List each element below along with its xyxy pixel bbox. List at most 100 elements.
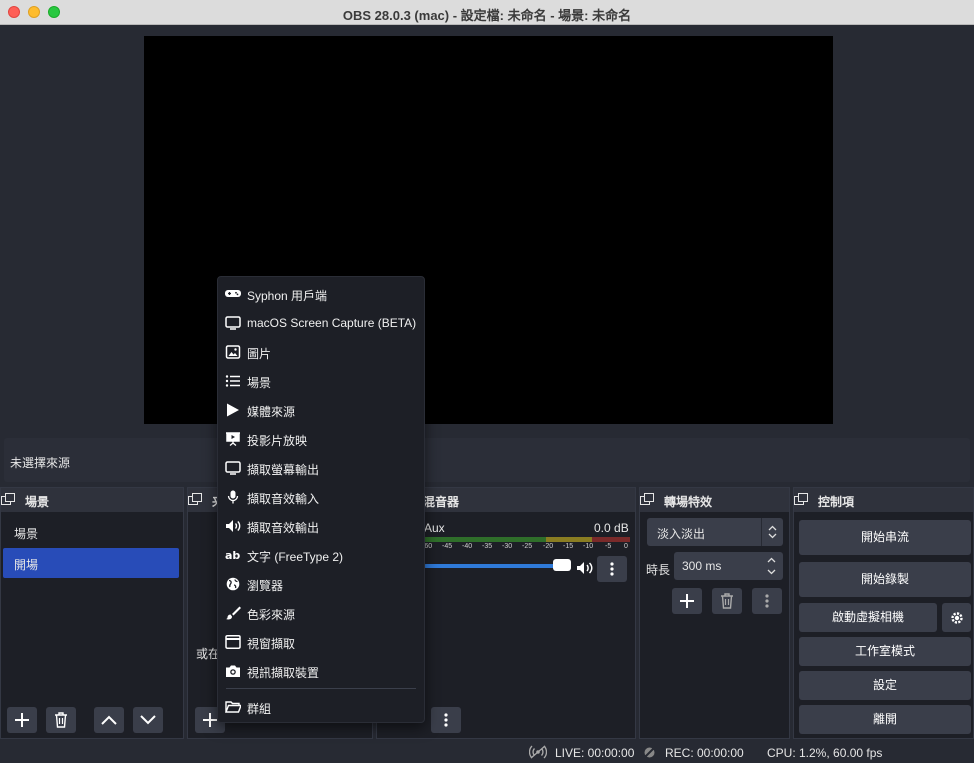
start-virtual-camera-button[interactable]: 啟動虛擬相機 <box>799 603 937 632</box>
menu-item-display-capture[interactable]: 擷取螢幕輸出 <box>218 454 424 482</box>
mixer-menu-button[interactable] <box>431 707 461 733</box>
monitor-icon <box>225 316 241 330</box>
duration-label: 時長 <box>646 563 671 577</box>
window-title: OBS 28.0.3 (mac) - 設定檔: 未命名 - 場景: 未命名 <box>342 8 632 23</box>
menu-item-label: 視窗擷取 <box>247 637 296 651</box>
menu-item-label: 擷取音效輸出 <box>247 521 320 535</box>
menu-item-label: 擷取音效輸入 <box>247 492 320 506</box>
menu-item-label: 場景 <box>247 376 272 390</box>
meter-tick: -5 <box>605 543 612 550</box>
menu-item-audio-input-capture[interactable]: 擷取音效輸入 <box>218 483 424 511</box>
image-icon <box>225 345 241 359</box>
virtual-camera-settings-button[interactable] <box>942 603 971 632</box>
exit-button[interactable]: 離開 <box>799 705 971 734</box>
meter-tick: -35 <box>482 543 493 550</box>
remove-scene-button[interactable] <box>46 707 76 733</box>
plus-icon <box>680 594 694 608</box>
menu-item-media-source[interactable]: 媒體來源 <box>218 396 424 424</box>
meter-tick: 0 <box>624 543 628 550</box>
speaker-icon[interactable] <box>576 561 594 575</box>
svg-text:ab: ab <box>225 549 240 562</box>
meter-tick: -10 <box>583 543 594 550</box>
transitions-dock-header: 轉場特效 <box>640 488 789 512</box>
menu-item-label: 媒體來源 <box>247 405 296 419</box>
menu-item-syphon[interactable]: Syphon 用戶端 <box>218 280 424 308</box>
trash-icon <box>721 593 733 609</box>
duration-value: 300 ms <box>682 559 722 573</box>
chevron-updown-icon <box>768 525 777 539</box>
plus-icon <box>15 713 29 727</box>
text-icon: ab <box>225 549 240 562</box>
menu-item-label: 瀏覽器 <box>247 579 284 593</box>
folder-icon <box>225 701 241 713</box>
menu-item-video-capture-device[interactable]: 視訊擷取裝置 <box>218 657 424 685</box>
meter-tick: -25 <box>522 543 533 550</box>
play-icon <box>227 403 239 417</box>
menu-item-audio-output-capture[interactable]: 擷取音效輸出 <box>218 512 424 540</box>
mixer-track-menu-button[interactable] <box>597 556 627 582</box>
menu-separator <box>226 688 416 689</box>
meter-tick: -45 <box>442 543 453 550</box>
menu-item-scene[interactable]: 場景 <box>218 367 424 395</box>
scenes-dock-header: 場景 <box>1 488 183 512</box>
more-vertical-icon <box>765 594 769 608</box>
add-scene-button[interactable] <box>7 707 37 733</box>
volume-slider-handle[interactable] <box>553 559 571 571</box>
dock-float-icon[interactable] <box>1 493 15 505</box>
spinbox-arrows-icon[interactable] <box>767 556 776 576</box>
transition-selected-value: 淡入淡出 <box>657 527 706 541</box>
menu-item-text-freetype[interactable]: ab 文字 (FreeType 2) <box>218 541 424 569</box>
brush-icon <box>226 606 241 620</box>
menu-item-window-capture[interactable]: 視窗擷取 <box>218 628 424 656</box>
start-recording-button[interactable]: 開始錄製 <box>799 562 971 597</box>
meter-ticks: -60 -45 -40 -35 -30 -25 -20 -15 -10 -5 0 <box>420 543 634 553</box>
controls-dock-title: 控制項 <box>818 495 855 509</box>
status-bar: LIVE: 00:00:00 REC: 00:00:00 CPU: 1.2%, … <box>0 741 974 763</box>
settings-button[interactable]: 設定 <box>799 671 971 700</box>
menu-item-label: 群組 <box>247 702 272 716</box>
menu-item-image[interactable]: 圖片 <box>218 338 424 366</box>
scenes-dock-title: 場景 <box>25 495 50 509</box>
dock-float-icon[interactable] <box>188 493 202 505</box>
gear-icon <box>950 611 963 624</box>
monitor-icon <box>225 461 241 475</box>
slideshow-icon <box>226 432 240 446</box>
audio-meter <box>424 537 630 542</box>
trash-icon <box>55 712 67 728</box>
volume-slider[interactable] <box>424 564 562 568</box>
dock-float-icon[interactable] <box>640 493 654 505</box>
menu-item-label: 擷取螢幕輸出 <box>247 463 320 477</box>
camera-icon <box>226 665 240 677</box>
duration-input[interactable]: 300 ms <box>674 552 783 580</box>
chevron-down-icon <box>140 715 156 725</box>
transition-select-arrows[interactable] <box>761 518 783 546</box>
rec-off-icon <box>643 746 656 759</box>
move-scene-down-button[interactable] <box>133 707 163 733</box>
menu-item-slideshow[interactable]: 投影片放映 <box>218 425 424 453</box>
mixer-dock-title: 混音器 <box>423 495 460 509</box>
menu-item-color-source[interactable]: 色彩來源 <box>218 599 424 627</box>
add-source-menu: Syphon 用戶端 macOS Screen Capture (BETA) 圖… <box>217 276 425 723</box>
menu-item-macos-screen-capture[interactable]: macOS Screen Capture (BETA) <box>218 309 424 337</box>
mixer-track-name: Aux <box>424 521 445 535</box>
dock-float-icon[interactable] <box>794 493 808 505</box>
transition-select[interactable]: 淡入淡出 <box>647 518 783 546</box>
scene-item-opening[interactable]: 開場 <box>3 548 179 578</box>
menu-item-label: 視訊擷取裝置 <box>247 666 320 680</box>
no-source-label: 未選擇來源 <box>10 456 71 470</box>
menu-item-group[interactable]: 群組 <box>218 693 424 721</box>
add-transition-button[interactable] <box>672 588 702 614</box>
move-scene-up-button[interactable] <box>94 707 124 733</box>
remove-transition-button[interactable] <box>712 588 742 614</box>
studio-mode-button[interactable]: 工作室模式 <box>799 637 971 666</box>
start-streaming-button[interactable]: 開始串流 <box>799 520 971 555</box>
scene-item-scene[interactable]: 場景 <box>3 517 179 547</box>
transition-properties-button[interactable] <box>752 588 782 614</box>
title-bar: OBS 28.0.3 (mac) - 設定檔: 未命名 - 場景: 未命名 <box>0 0 974 25</box>
menu-item-browser[interactable]: 瀏覽器 <box>218 570 424 598</box>
transitions-dock-title: 轉場特效 <box>664 495 713 509</box>
menu-item-label: 色彩來源 <box>247 608 296 622</box>
source-toolbar: 未選擇來源 <box>4 438 970 482</box>
globe-icon <box>226 577 240 591</box>
live-off-icon <box>529 745 547 759</box>
